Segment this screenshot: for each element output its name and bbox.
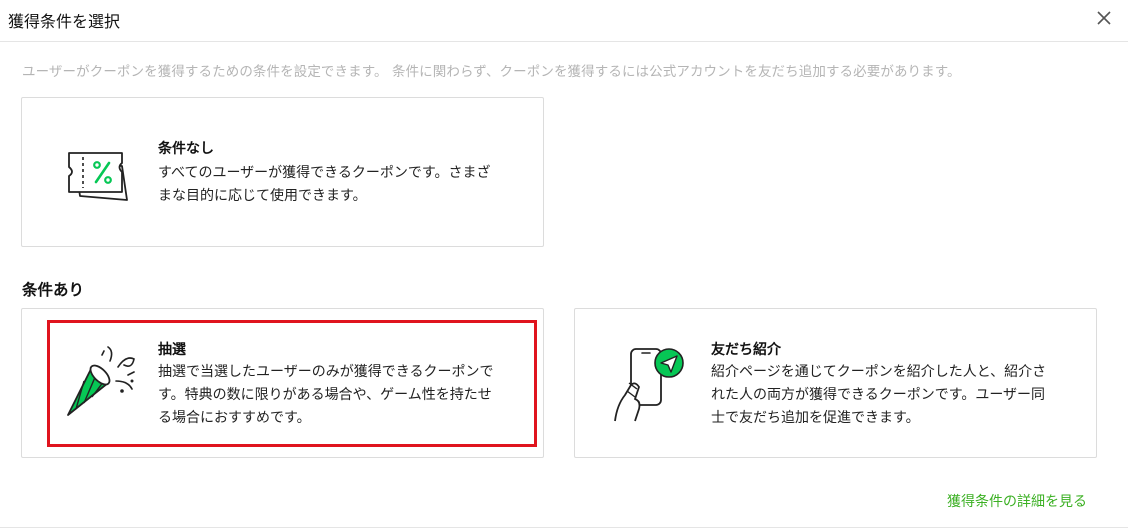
dialog-header: 獲得条件を選択 — [0, 0, 1128, 42]
option-description-line: すべてのユーザーが獲得できるクーポンです。さまざ — [158, 165, 491, 181]
option-description-line: 士で友だち追加を促進できます。 — [711, 410, 920, 426]
option-title: 抽選 — [158, 342, 186, 358]
option-title: 友だち紹介 — [711, 342, 781, 358]
option-friend-referral[interactable]: 友だち紹介 紹介ページを通じてクーポンを紹介した人と、紹介さ れた人の両方が獲得… — [574, 308, 1097, 458]
option-lottery[interactable]: 抽選 抽選で当選したユーザーのみが獲得できるクーポンで す。特典の数に限りがある… — [21, 308, 544, 458]
phone-share-icon — [614, 348, 684, 422]
party-popper-icon — [67, 346, 135, 416]
close-button[interactable] — [1092, 6, 1116, 30]
close-icon — [1097, 11, 1111, 25]
dialog-description: ユーザーがクーポンを獲得するための条件を設定できます。 条件に関わらず、クーポン… — [22, 64, 961, 80]
option-description-line: る場合におすすめです。 — [158, 410, 311, 426]
option-description-line: まな目的に応じて使用できます。 — [158, 188, 367, 204]
option-description-line: れた人の両方が獲得できるクーポンです。ユーザー同 — [711, 387, 1046, 403]
option-description-line: 紹介ページを通じてクーポンを紹介した人と、紹介さ — [711, 364, 1047, 380]
option-title: 条件なし — [158, 141, 214, 157]
dialog-title: 獲得条件を選択 — [8, 12, 121, 31]
footer-divider — [0, 527, 1128, 528]
option-description-line: 抽選で当選したユーザーのみが獲得できるクーポンで — [158, 364, 494, 380]
option-description-line: す。特典の数に限りがある場合や、ゲーム性を持たせ — [158, 387, 492, 403]
option-no-condition[interactable]: 条件なし すべてのユーザーが獲得できるクーポンです。さまざ まな目的に応じて使用… — [21, 97, 544, 247]
coupon-icon — [68, 152, 128, 201]
details-link[interactable]: 獲得条件の詳細を見る — [947, 491, 1087, 511]
section-title-with-condition: 条件あり — [22, 281, 85, 299]
